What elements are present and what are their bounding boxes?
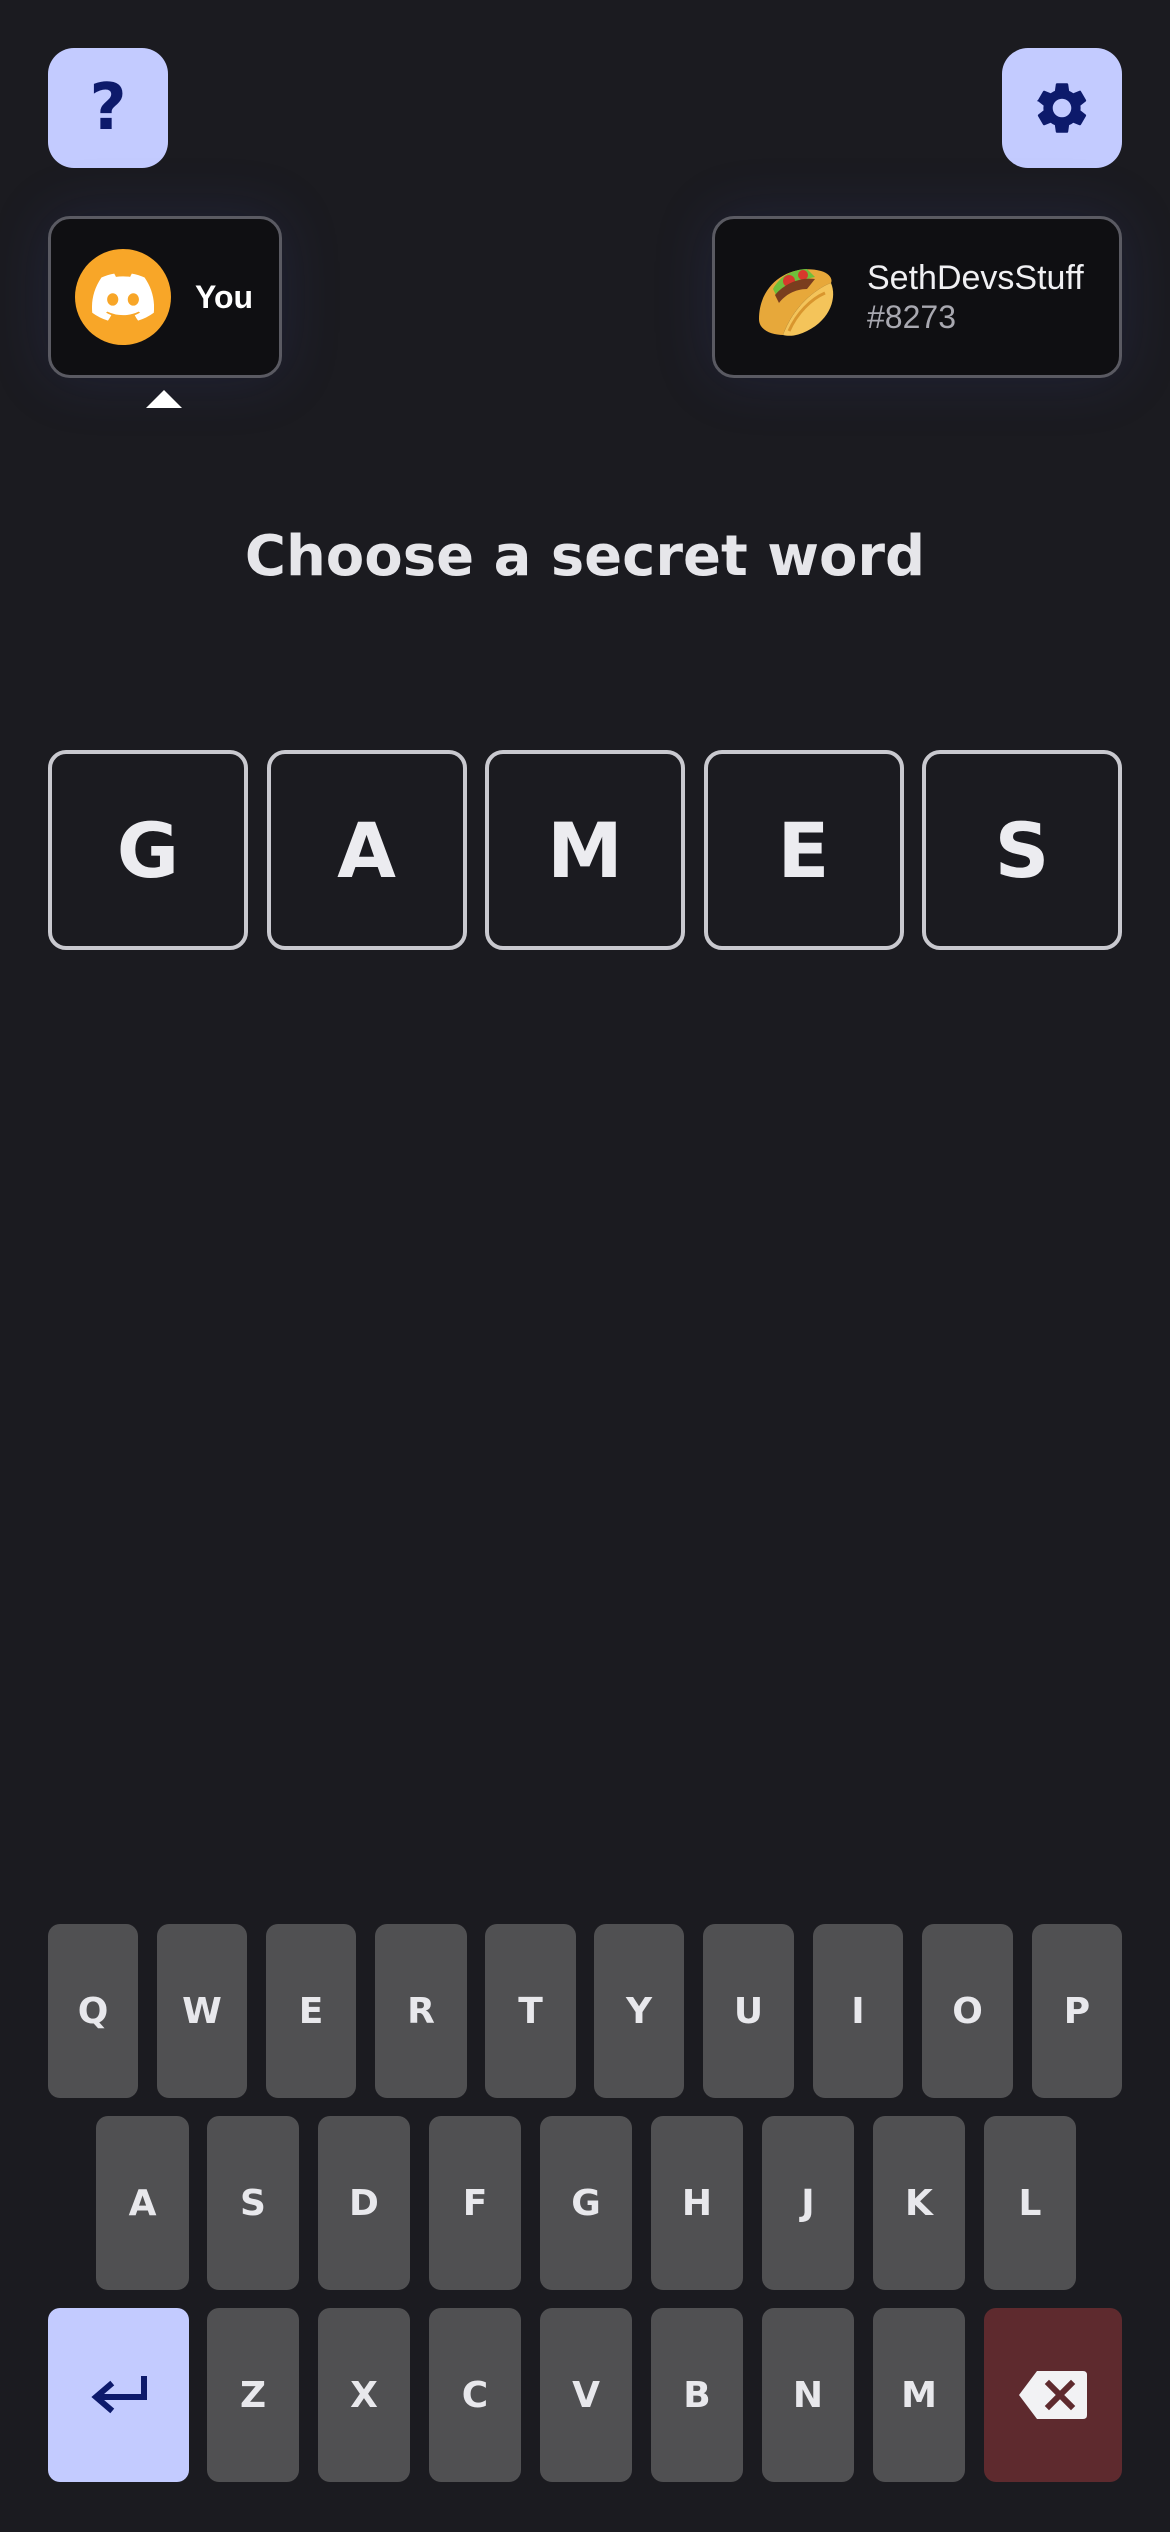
letter-tile: A — [266, 750, 467, 950]
key-d[interactable]: D — [318, 2116, 410, 2290]
question-mark-icon: ? — [89, 71, 127, 145]
key-x[interactable]: X — [318, 2308, 410, 2482]
opponent-name: SethDevsStuff — [867, 259, 1084, 297]
player-label-you: You — [195, 278, 254, 315]
settings-button[interactable] — [1002, 48, 1122, 168]
enter-arrow-icon — [90, 2376, 147, 2414]
key-g[interactable]: G — [540, 2116, 632, 2290]
letter-tile: S — [922, 750, 1122, 950]
letter-tile: M — [485, 750, 685, 950]
key-u[interactable]: U — [703, 1924, 794, 2098]
turn-indicator-icon — [146, 390, 182, 408]
key-a[interactable]: A — [96, 2116, 189, 2290]
page-title: Choose a secret word — [244, 524, 926, 589]
letter-tile: E — [703, 750, 904, 950]
discord-logo-icon — [92, 273, 154, 321]
key-v[interactable]: V — [540, 2308, 632, 2482]
key-z[interactable]: Z — [207, 2308, 299, 2482]
backspace-icon — [1019, 2371, 1087, 2419]
key-n[interactable]: N — [762, 2308, 854, 2482]
letter-tile: G — [48, 750, 248, 950]
key-r[interactable]: R — [375, 1924, 467, 2098]
opponent-tag: #8273 — [867, 299, 956, 335]
key-c[interactable]: C — [429, 2308, 521, 2482]
key-w[interactable]: W — [157, 1924, 247, 2098]
key-p[interactable]: P — [1032, 1924, 1122, 2098]
key-t[interactable]: T — [485, 1924, 576, 2098]
word-tiles: G A M E S — [48, 750, 1122, 950]
key-i[interactable]: I — [813, 1924, 903, 2098]
key-y[interactable]: Y — [594, 1924, 684, 2098]
key-e[interactable]: E — [266, 1924, 356, 2098]
backspace-key[interactable] — [984, 2308, 1122, 2482]
taco-icon — [759, 269, 834, 336]
key-o[interactable]: O — [922, 1924, 1013, 2098]
key-h[interactable]: H — [651, 2116, 743, 2290]
key-m[interactable]: M — [873, 2308, 965, 2482]
gear-icon — [1037, 83, 1087, 133]
avatar — [75, 249, 171, 345]
player-card-you: You — [48, 216, 282, 378]
key-q[interactable]: Q — [48, 1924, 138, 2098]
key-b[interactable]: B — [651, 2308, 743, 2482]
player-card-opponent: SethDevsStuff #8273 — [712, 216, 1122, 378]
key-l[interactable]: L — [984, 2116, 1076, 2290]
key-f[interactable]: F — [429, 2116, 521, 2290]
help-button[interactable]: ? — [48, 48, 168, 168]
key-s[interactable]: S — [207, 2116, 299, 2290]
key-k[interactable]: K — [873, 2116, 965, 2290]
enter-key[interactable] — [48, 2308, 189, 2482]
key-j[interactable]: J — [762, 2116, 854, 2290]
